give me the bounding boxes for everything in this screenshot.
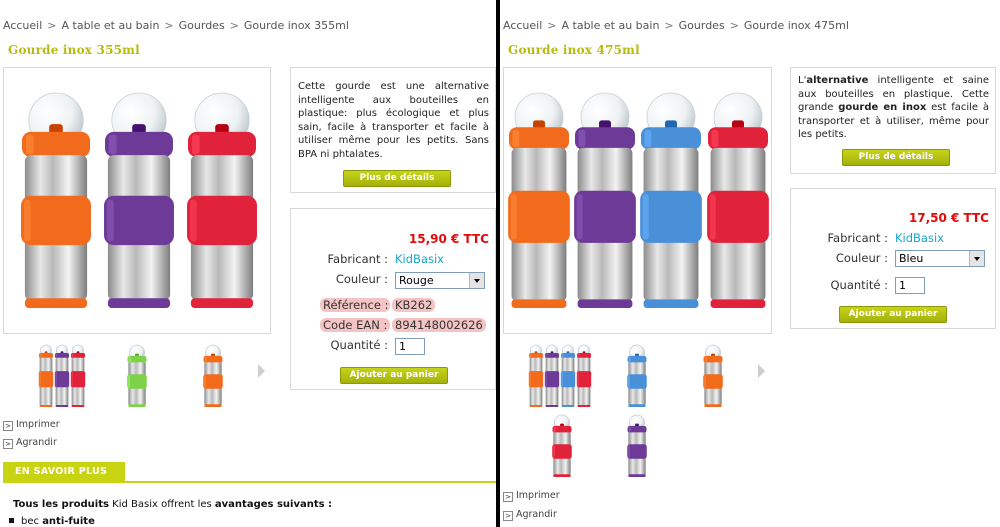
left-product-page: Accueil > A table et au bain > Gourdes > Gourd… [0,0,496,527]
next-arrow-icon[interactable] [758,364,765,378]
intro-mid: Kid Basix offrent les [108,499,215,510]
fabricant-label: Fabricant : [827,231,888,245]
thumbnail-bottle [528,344,544,407]
agrandir-link[interactable]: > Agrandir [3,437,57,449]
agrandir-link[interactable]: > Agrandir [503,509,557,521]
thumbnail-bottle [38,344,54,407]
thumbnail-bottle [544,344,560,407]
price: 17,50 € TTC [908,211,989,225]
breadcrumb-table-bain[interactable]: A table et au bain [62,19,160,32]
description-bold-text: gourde en inox [838,102,927,113]
couleur-selected-value: Rouge [399,274,434,287]
agrandir-label: Agrandir [516,509,557,520]
bottle-2 [104,92,174,308]
agrandir-label: Agrandir [16,437,57,448]
arrow-box-icon: > [3,421,13,431]
reference-label: Référence : [320,298,390,312]
intro-bold-2: avantages suivants : [214,499,333,510]
imprimer-label: Imprimer [516,490,560,501]
product-title: Gourde inox 475ml [508,43,640,57]
next-arrow-icon[interactable] [258,364,265,378]
quantite-label: Quantité : [330,338,389,352]
breadcrumb: Accueil > A table et au bain > Gourdes > Gourd… [3,19,349,32]
product-main-image[interactable] [503,67,772,334]
imprimer-link[interactable]: > Imprimer [503,490,560,502]
advantages-intro: Tous les produits Kid Basix offrent les … [13,499,332,510]
thumbnail-bottle [203,344,223,407]
breadcrumb-gourdes[interactable]: Gourdes [679,19,725,32]
ean-label: Code EAN : [320,318,390,332]
chevron-down-icon[interactable] [969,251,984,266]
thumbnail-bottle [627,344,647,407]
imprimer-link[interactable]: > Imprimer [3,419,60,431]
fabricant-row: Fabricant : KidBasix [300,252,490,266]
bottles-image [508,92,769,308]
fabricant-link[interactable]: KidBasix [395,252,444,266]
quantite-label: Quantité : [830,278,889,292]
couleur-select[interactable]: Bleu [895,250,985,267]
en-savoir-plus-tab[interactable]: EN SAVOIR PLUS [3,462,125,482]
bullet-pre: bec [21,516,43,527]
thumbnail-bottle [54,344,70,407]
breadcrumb-accueil[interactable]: Accueil [3,19,42,32]
couleur-label: Couleur : [335,272,388,286]
thumbnail-bottle [70,344,86,407]
product-title: Gourde inox 355ml [8,43,140,57]
bottle-4 [707,92,769,308]
ajouter-au-panier-button[interactable]: Ajouter au panier [340,367,448,384]
arrow-box-icon: > [503,511,513,521]
bullet-icon [9,518,14,523]
breadcrumb: Accueil > A table et au bain > Gourdes > Gourd… [503,19,849,32]
couleur-select[interactable]: Rouge [395,272,485,289]
breadcrumb-gourdes[interactable]: Gourdes [179,19,225,32]
thumbnail-strip[interactable] [500,340,790,485]
couleur-label: Couleur : [835,251,888,265]
arrow-box-icon: > [3,439,13,449]
advantage-item: bec anti-fuite [9,516,95,527]
description-bold-text: alternative [806,75,869,86]
ajouter-au-panier-button[interactable]: Ajouter au panier [839,306,947,323]
bottle-1 [21,92,91,308]
plus-de-details-button[interactable]: Plus de détails [842,149,950,166]
thumbnail-strip[interactable] [0,340,290,415]
chevron-down-icon[interactable] [469,273,484,288]
couleur-selected-value: Bleu [899,252,924,265]
arrow-box-icon: > [503,492,513,502]
bottle-1 [508,92,570,308]
bottle-2 [574,92,636,308]
fabricant-label: Fabricant : [327,252,388,266]
product-main-image[interactable] [3,67,271,334]
thumbnail-bottle [703,344,723,407]
thumbnail-bottle [576,344,592,407]
thumbnail-bottle [560,344,576,407]
ean-value: 894148002626 [392,318,486,332]
thumbnail-bottle [627,414,647,477]
intro-bold-1: Tous les produits [13,499,109,510]
bullet-bold: anti-fuite [42,516,95,527]
product-description: Cette gourde est une alternative intelli… [298,81,489,160]
breadcrumb-current: Gourde inox 475ml [743,19,849,32]
product-description: L'alternative intelligente et saine aux … [798,74,989,142]
quantite-input[interactable]: 1 [895,277,925,294]
bottle-3 [640,92,702,308]
plus-de-details-button[interactable]: Plus de détails [343,170,451,187]
bottle-3 [187,92,257,308]
reference-value: KB262 [392,298,436,312]
fabricant-link[interactable]: KidBasix [895,231,944,245]
imprimer-label: Imprimer [16,419,60,430]
breadcrumb-current: Gourde inox 355ml [243,19,349,32]
quantite-input[interactable]: 1 [395,338,425,355]
section-divider [3,481,496,483]
thumbnail-bottle [552,414,572,477]
right-product-page: Accueil > A table et au bain > Gourdes > Gourd… [500,0,1000,527]
bottles-image [21,92,257,308]
fabricant-row: Fabricant : KidBasix [800,231,990,245]
price: 15,90 € TTC [408,232,489,246]
thumbnail-bottle [127,344,147,407]
breadcrumb-table-bain[interactable]: A table et au bain [562,19,660,32]
breadcrumb-accueil[interactable]: Accueil [503,19,542,32]
